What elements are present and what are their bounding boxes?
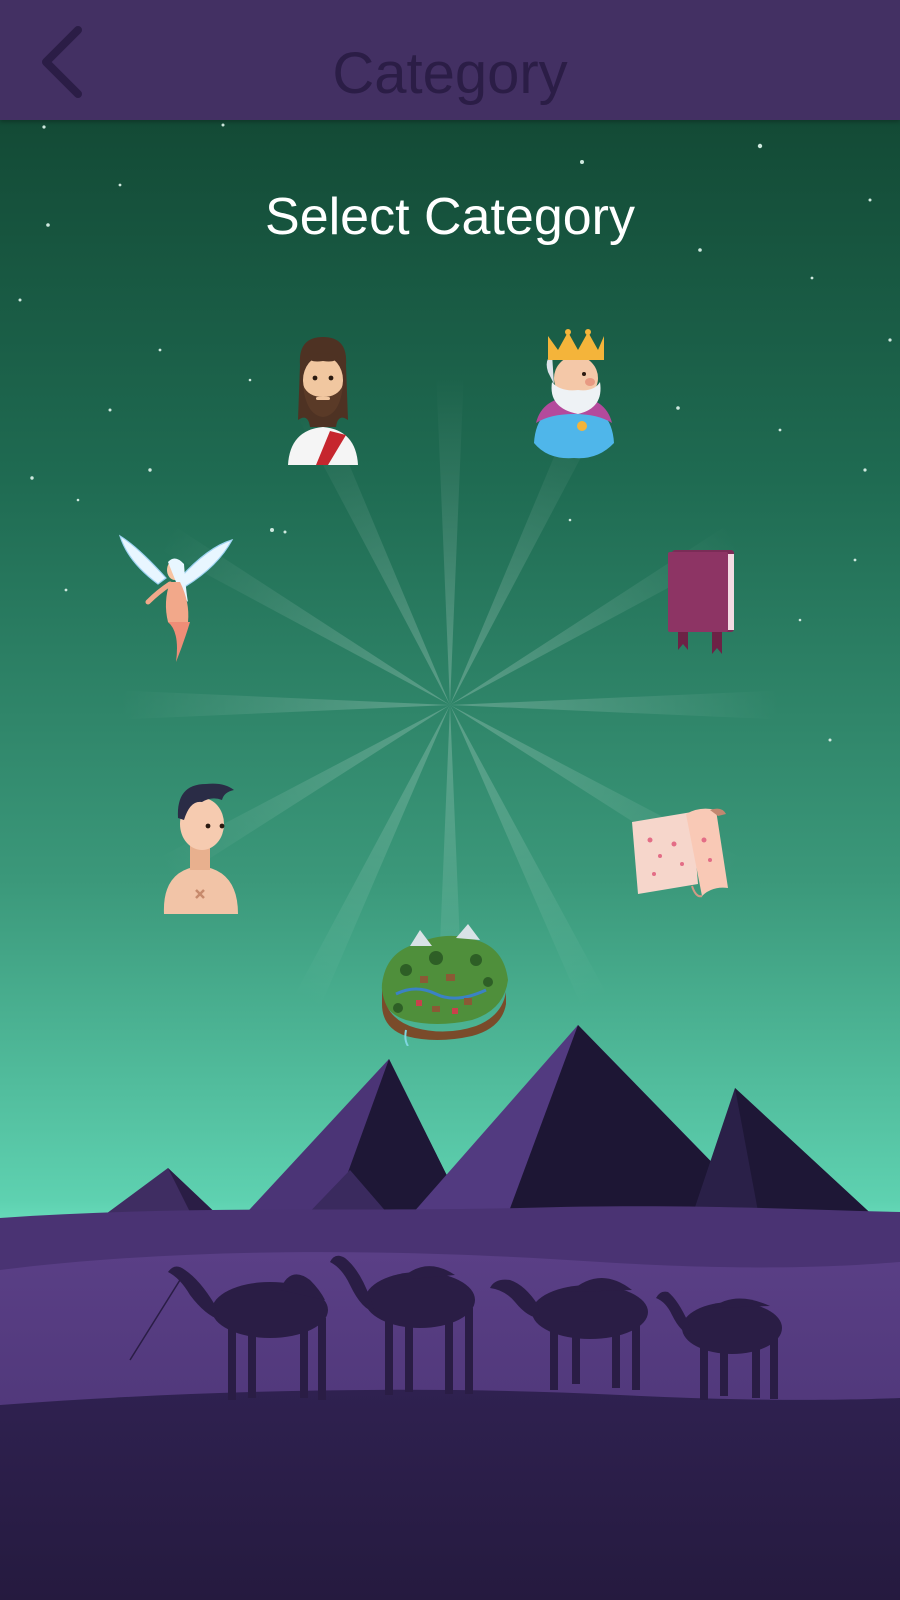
angel-icon (118, 534, 234, 662)
front-dune (0, 1389, 900, 1600)
page-title: Category (332, 41, 568, 106)
app-screen: Category Select Category (0, 0, 900, 1600)
category-man[interactable] (162, 778, 240, 914)
pyramids (95, 1025, 880, 1222)
category-king[interactable] (528, 328, 620, 460)
island-map-icon (381, 924, 508, 1047)
select-category-heading: Select Category (265, 188, 635, 246)
jesus-icon (288, 337, 358, 465)
category-island-map[interactable] (376, 924, 512, 1047)
book-icon (668, 550, 734, 654)
category-book[interactable] (664, 548, 740, 656)
category-angel[interactable] (118, 532, 236, 672)
scroll-map-icon (632, 808, 728, 898)
category-jesus[interactable] (278, 335, 368, 465)
man-icon (163, 783, 238, 914)
king-icon (534, 329, 614, 459)
category-scroll-map[interactable] (630, 800, 734, 904)
header-bar: Category (0, 0, 900, 120)
